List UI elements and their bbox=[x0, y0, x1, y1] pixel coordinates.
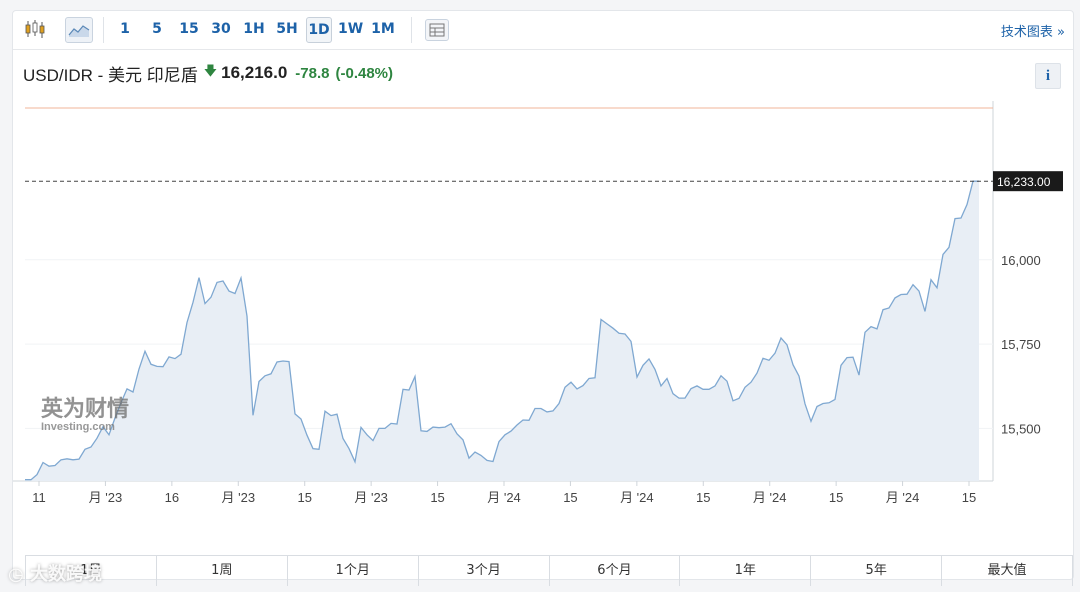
x-tick-label: 15 bbox=[962, 490, 976, 505]
x-tick-label: 月 '23 bbox=[354, 490, 388, 505]
y-tick-label: 15,500 bbox=[1001, 421, 1041, 436]
x-tick-label: 15 bbox=[829, 490, 843, 505]
range-3m[interactable]: 3个月 bbox=[419, 556, 550, 586]
range-selector: 1日 1周 1个月 3个月 6个月 1年 5年 最大值 bbox=[25, 555, 1073, 586]
x-tick-label: 15 bbox=[696, 490, 710, 505]
y-tick-label: 16,000 bbox=[1001, 253, 1041, 268]
x-tick-label: 月 '24 bbox=[886, 490, 920, 505]
footer-watermark: ◷ 大数跨境 bbox=[8, 560, 102, 586]
x-tick-label: 月 '24 bbox=[487, 490, 521, 505]
x-tick-label: 11 bbox=[32, 490, 46, 505]
x-tick-label: 15 bbox=[430, 490, 444, 505]
last-value-label: 16,233.00 bbox=[997, 175, 1051, 189]
watermark-footer-text: 大数跨境 bbox=[30, 564, 102, 585]
watermark-logo: 英为财情 bbox=[41, 396, 129, 422]
range-1w[interactable]: 1周 bbox=[157, 556, 288, 586]
x-tick-label: 月 '24 bbox=[753, 490, 787, 505]
range-1m[interactable]: 1个月 bbox=[288, 556, 419, 586]
series-area bbox=[25, 181, 979, 481]
range-5y[interactable]: 5年 bbox=[811, 556, 943, 586]
price-chart: 15,500 15,750 16,000 16,233.00 11 月 '23 16 月 '2… bbox=[13, 101, 1063, 505]
x-tick-label: 15 bbox=[297, 490, 311, 505]
y-tick-label: 15,750 bbox=[1001, 337, 1041, 352]
x-tick-label: 月 '23 bbox=[89, 490, 123, 505]
x-tick-label: 16 bbox=[165, 490, 179, 505]
range-max[interactable]: 最大值 bbox=[942, 556, 1073, 586]
range-6m[interactable]: 6个月 bbox=[550, 556, 681, 586]
x-tick-label: 月 '23 bbox=[222, 490, 256, 505]
x-tick-label: 15 bbox=[563, 490, 577, 505]
chart-widget: 1 5 15 30 1H 5H 1D 1W 1M 技术图表 » USD/IDR … bbox=[12, 10, 1074, 586]
watermark-logo-en: Investing.com bbox=[41, 421, 115, 433]
range-1y[interactable]: 1年 bbox=[680, 556, 812, 586]
watermark-logo-icon: ◷ bbox=[8, 564, 24, 585]
x-tick-label: 月 '24 bbox=[620, 490, 654, 505]
